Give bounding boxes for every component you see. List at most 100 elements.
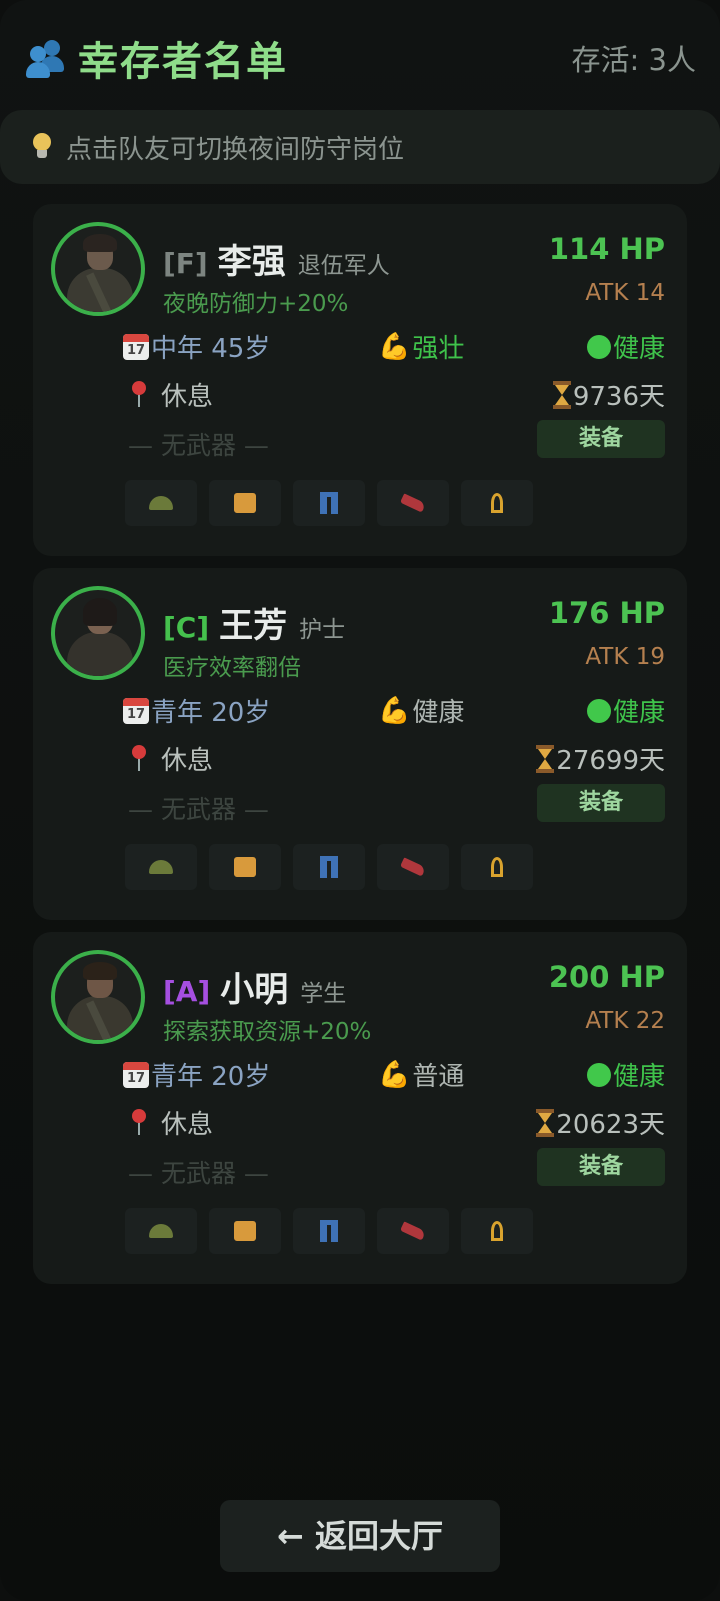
vest-slot[interactable] xyxy=(209,1208,281,1254)
screen: 幸存者名单 存活: 3人 点击队友可切换夜间防守岗位 [F] 李强 退伍军人 夜… xyxy=(0,0,720,1601)
survivor-perk: 探索获取资源+20% xyxy=(163,1019,372,1045)
pin-icon xyxy=(131,744,147,773)
location-row: 休息 xyxy=(131,1104,213,1141)
health-text: 健康 xyxy=(612,334,665,364)
tip-text: 点击队友可切换夜间防守岗位 xyxy=(66,134,405,165)
hp-value: 176 HP xyxy=(548,596,665,630)
avatar xyxy=(51,950,145,1044)
rank-badge: [A] xyxy=(163,975,211,1008)
survivor-job: 学生 xyxy=(300,981,347,1007)
helmet-icon xyxy=(149,1224,173,1238)
vest-slot[interactable] xyxy=(209,480,281,526)
alive-count: 存活: 3人 xyxy=(571,43,696,77)
vest-icon xyxy=(234,1221,256,1241)
location-row: 休息 xyxy=(131,740,213,777)
header: 幸存者名单 存活: 3人 xyxy=(24,30,696,86)
location-text: 休息 xyxy=(161,1110,214,1140)
survivor-job: 护士 xyxy=(299,617,346,643)
ribbon-icon xyxy=(491,857,503,877)
name-row: [A] 小明 学生 xyxy=(163,962,346,1011)
days-row: 27699天 xyxy=(536,740,665,777)
pants-slot[interactable] xyxy=(293,1208,365,1254)
equipment-slots xyxy=(125,480,545,526)
helmet-slot[interactable] xyxy=(125,844,197,890)
survivor-name: 李强 xyxy=(217,242,286,282)
avatar xyxy=(51,586,145,680)
name-row: [C] 王芳 护士 xyxy=(163,598,345,647)
helmet-icon xyxy=(149,860,173,874)
survivor-name: 王芳 xyxy=(219,606,288,646)
days-text: 9736天 xyxy=(572,382,665,412)
vest-slot[interactable] xyxy=(209,844,281,890)
days-text: 20623天 xyxy=(556,1110,665,1140)
helmet-slot[interactable] xyxy=(125,1208,197,1254)
survivor-job: 退伍军人 xyxy=(297,253,390,279)
pants-icon xyxy=(320,492,338,514)
survivor-perk: 夜晚防御力+20% xyxy=(163,291,349,317)
equip-button[interactable]: 装备 xyxy=(537,784,665,822)
equipment-slots xyxy=(125,1208,545,1254)
physique-row: 💪 健康 xyxy=(378,692,464,729)
days-row: 20623天 xyxy=(536,1104,665,1141)
shoe-icon xyxy=(400,1221,426,1241)
weapon-text: — 无武器 — xyxy=(128,795,269,824)
location-row: 休息 xyxy=(131,376,213,413)
pin-icon xyxy=(131,380,147,409)
days-row: 9736天 xyxy=(552,376,665,413)
back-to-lobby-button[interactable]: ← 返回大厅 xyxy=(220,1500,500,1572)
equip-button[interactable]: 装备 xyxy=(537,1148,665,1186)
location-text: 休息 xyxy=(161,746,214,776)
health-dot-icon xyxy=(586,334,611,359)
muscle-icon: 💪 xyxy=(378,1059,411,1090)
helmet-slot[interactable] xyxy=(125,480,197,526)
survivor-name: 小明 xyxy=(220,970,289,1010)
physique-row: 💪 普通 xyxy=(378,1056,464,1093)
health-text: 健康 xyxy=(612,1062,665,1092)
lightbulb-icon xyxy=(32,133,52,161)
hourglass-icon xyxy=(552,380,571,409)
age-row: 17 中年 45岁 xyxy=(123,328,270,365)
name-row: [F] 李强 退伍军人 xyxy=(163,234,390,283)
shoes-slot[interactable] xyxy=(377,1208,449,1254)
survivor-card[interactable]: [F] 李强 退伍军人 夜晚防御力+20% 114 HP ATK 14 17 中… xyxy=(33,204,687,556)
pants-slot[interactable] xyxy=(293,480,365,526)
hourglass-icon xyxy=(536,744,555,773)
weapon-text: — 无武器 — xyxy=(128,1159,269,1188)
vest-icon xyxy=(234,857,256,877)
health-row: 健康 xyxy=(586,1056,665,1093)
pants-icon xyxy=(320,856,338,878)
days-text: 27699天 xyxy=(556,746,665,776)
atk-value: ATK 14 xyxy=(585,280,665,306)
shoe-icon xyxy=(400,493,426,513)
rank-badge: [F] xyxy=(163,247,208,280)
helmet-icon xyxy=(149,496,173,510)
survivor-card[interactable]: [C] 王芳 护士 医疗效率翻倍 176 HP ATK 19 17 青年 20岁… xyxy=(33,568,687,920)
age-text: 青年 20岁 xyxy=(151,698,271,728)
pin-icon xyxy=(131,1108,147,1137)
survivor-card[interactable]: [A] 小明 学生 探索获取资源+20% 200 HP ATK 22 17 青年… xyxy=(33,932,687,1284)
survivor-perk: 医疗效率翻倍 xyxy=(163,655,301,681)
weapon-text: — 无武器 — xyxy=(128,431,269,460)
calendar-icon: 17 xyxy=(123,1061,149,1088)
muscle-icon: 💪 xyxy=(378,695,411,726)
shoes-slot[interactable] xyxy=(377,844,449,890)
atk-value: ATK 19 xyxy=(585,644,665,670)
accessory-slot[interactable] xyxy=(461,480,533,526)
shoes-slot[interactable] xyxy=(377,480,449,526)
accessory-slot[interactable] xyxy=(461,844,533,890)
hp-value: 200 HP xyxy=(548,960,665,994)
calendar-icon: 17 xyxy=(123,697,149,724)
pants-slot[interactable] xyxy=(293,844,365,890)
accessory-slot[interactable] xyxy=(461,1208,533,1254)
location-text: 休息 xyxy=(161,382,214,412)
equip-button[interactable]: 装备 xyxy=(537,420,665,458)
page-title: 幸存者名单 xyxy=(78,39,288,85)
ribbon-icon xyxy=(491,1221,503,1241)
physique-text: 强壮 xyxy=(412,334,465,364)
pants-icon xyxy=(320,1220,338,1242)
header-left: 幸存者名单 xyxy=(24,29,288,87)
age-text: 中年 45岁 xyxy=(151,334,271,364)
calendar-icon: 17 xyxy=(123,333,149,360)
age-row: 17 青年 20岁 xyxy=(123,1056,270,1093)
shoe-icon xyxy=(400,857,426,877)
